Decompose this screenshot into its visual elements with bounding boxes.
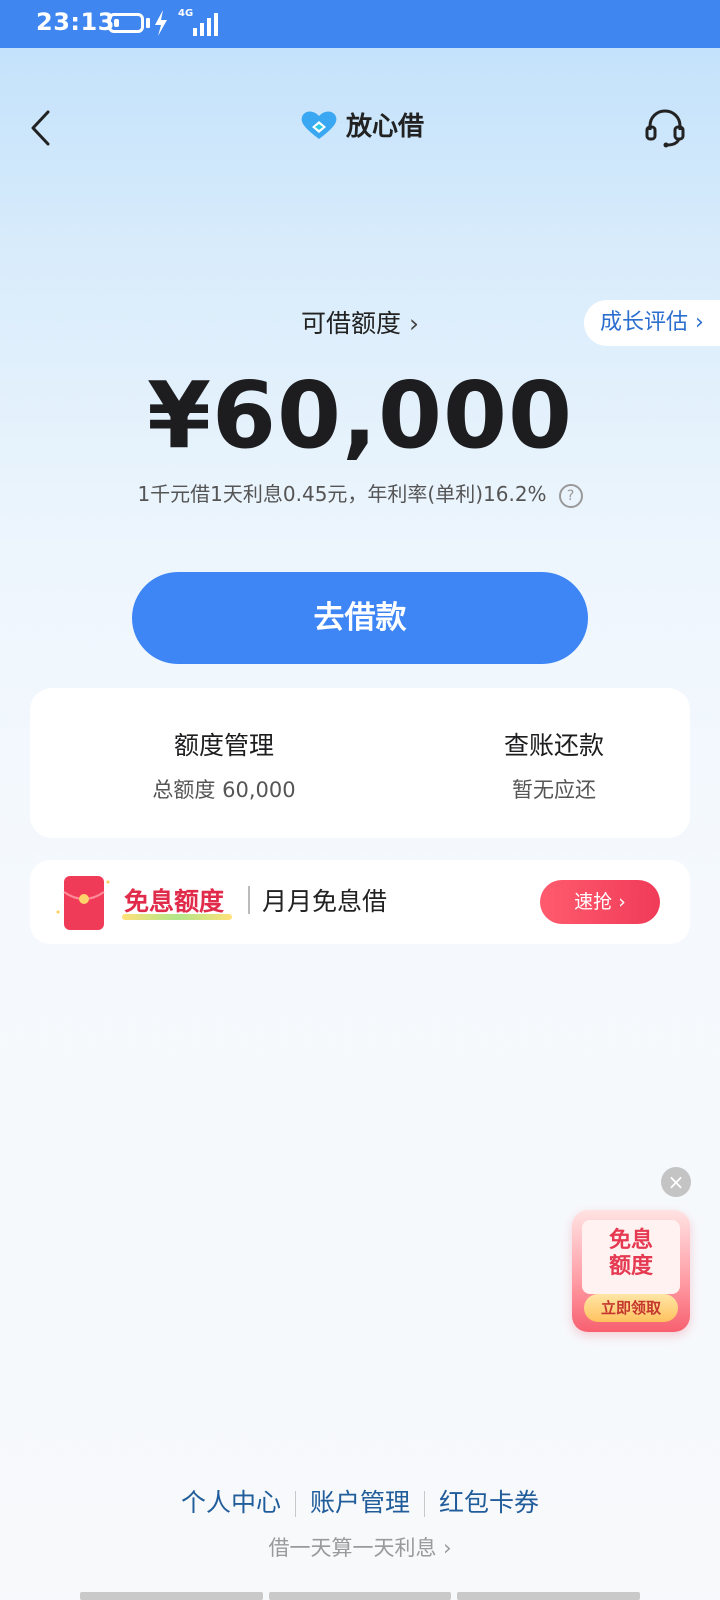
floating-promo-title: 免息 额度 — [582, 1228, 680, 1280]
floating-promo-card: 免息 额度 — [582, 1220, 680, 1294]
chevron-right-icon: › — [688, 310, 704, 335]
bolt-icon — [155, 10, 167, 36]
signal-icon — [193, 13, 218, 36]
chevron-right-icon: › — [436, 1536, 452, 1560]
nav-segment[interactable] — [268, 1592, 452, 1600]
footer-link-coupons[interactable]: 红包卡券 — [425, 1488, 553, 1517]
grab-label: 速抢 — [574, 891, 613, 913]
rate-info: 1千元借1天利息0.45元，年利率(单利)16.2%? — [0, 478, 720, 508]
credit-amount: ¥60,000 — [146, 362, 574, 469]
quota-management[interactable]: 额度管理 总额度 60,000 — [94, 726, 354, 804]
nav-segment[interactable] — [457, 1592, 641, 1600]
back-icon[interactable] — [28, 110, 54, 146]
total-quota: 总额度 60,000 — [152, 778, 296, 802]
system-nav-bar — [80, 1592, 641, 1600]
brand: 放心借 — [300, 106, 424, 143]
floating-line-1: 免息 — [608, 1228, 653, 1253]
claim-now-button[interactable]: 立即领取 — [584, 1294, 678, 1322]
footer-link-personal-center[interactable]: 个人中心 — [167, 1488, 295, 1517]
floating-line-2: 额度 — [608, 1254, 653, 1279]
footer-note[interactable]: 借一天算一天利息 › — [0, 1532, 720, 1562]
battery-tip — [146, 18, 150, 28]
envelope-icon — [56, 876, 110, 930]
grab-button[interactable]: 速抢 › — [540, 880, 660, 924]
borrow-button[interactable]: 去借款 — [132, 572, 588, 664]
floating-promo[interactable]: 免息 额度 立即领取 — [572, 1210, 690, 1332]
account-summary-card: 额度管理 总额度 60,000 查账还款 暂无应还 — [30, 688, 690, 838]
promo-title: 免息额度 — [124, 887, 225, 916]
footer-links: 个人中心 账户管理 红包卡券 — [0, 1483, 720, 1519]
chevron-right-icon: › — [409, 309, 419, 338]
app-header: 放心借 — [0, 96, 720, 156]
nav-segment[interactable] — [80, 1592, 263, 1600]
battery-icon — [108, 13, 144, 33]
headset-icon[interactable] — [644, 106, 686, 148]
footer-link-account-management[interactable]: 账户管理 — [296, 1488, 424, 1517]
divider — [248, 886, 250, 914]
status-time: 23:13 — [36, 8, 115, 36]
repayment-status: 暂无应还 — [512, 778, 596, 802]
bill-repayment[interactable]: 查账还款 暂无应还 — [424, 726, 684, 804]
status-bar: 23:13 4G — [0, 0, 720, 48]
close-icon[interactable]: × — [661, 1167, 691, 1197]
app-name: 放心借 — [346, 112, 425, 142]
chevron-right-icon: › — [612, 891, 626, 913]
footer-note-text: 借一天算一天利息 — [268, 1536, 437, 1560]
promo-subtitle: 月月免息借 — [262, 887, 388, 916]
quota-management-title: 额度管理 — [173, 731, 274, 760]
battery-level — [114, 19, 119, 27]
growth-label: 成长评估 — [600, 310, 689, 335]
help-icon[interactable]: ? — [558, 483, 583, 508]
brand-logo-icon — [301, 111, 337, 139]
bill-repayment-title: 查账还款 — [503, 731, 604, 760]
network-type: 4G — [178, 8, 194, 19]
interest-free-promo[interactable]: 免息额度 月月免息借 速抢 › — [30, 860, 690, 944]
rate-text: 1千元借1天利息0.45元，年利率(单利)16.2% — [137, 482, 547, 506]
credit-title-label: 可借额度 — [300, 309, 401, 338]
growth-assessment-button[interactable]: 成长评估 › — [584, 300, 720, 346]
